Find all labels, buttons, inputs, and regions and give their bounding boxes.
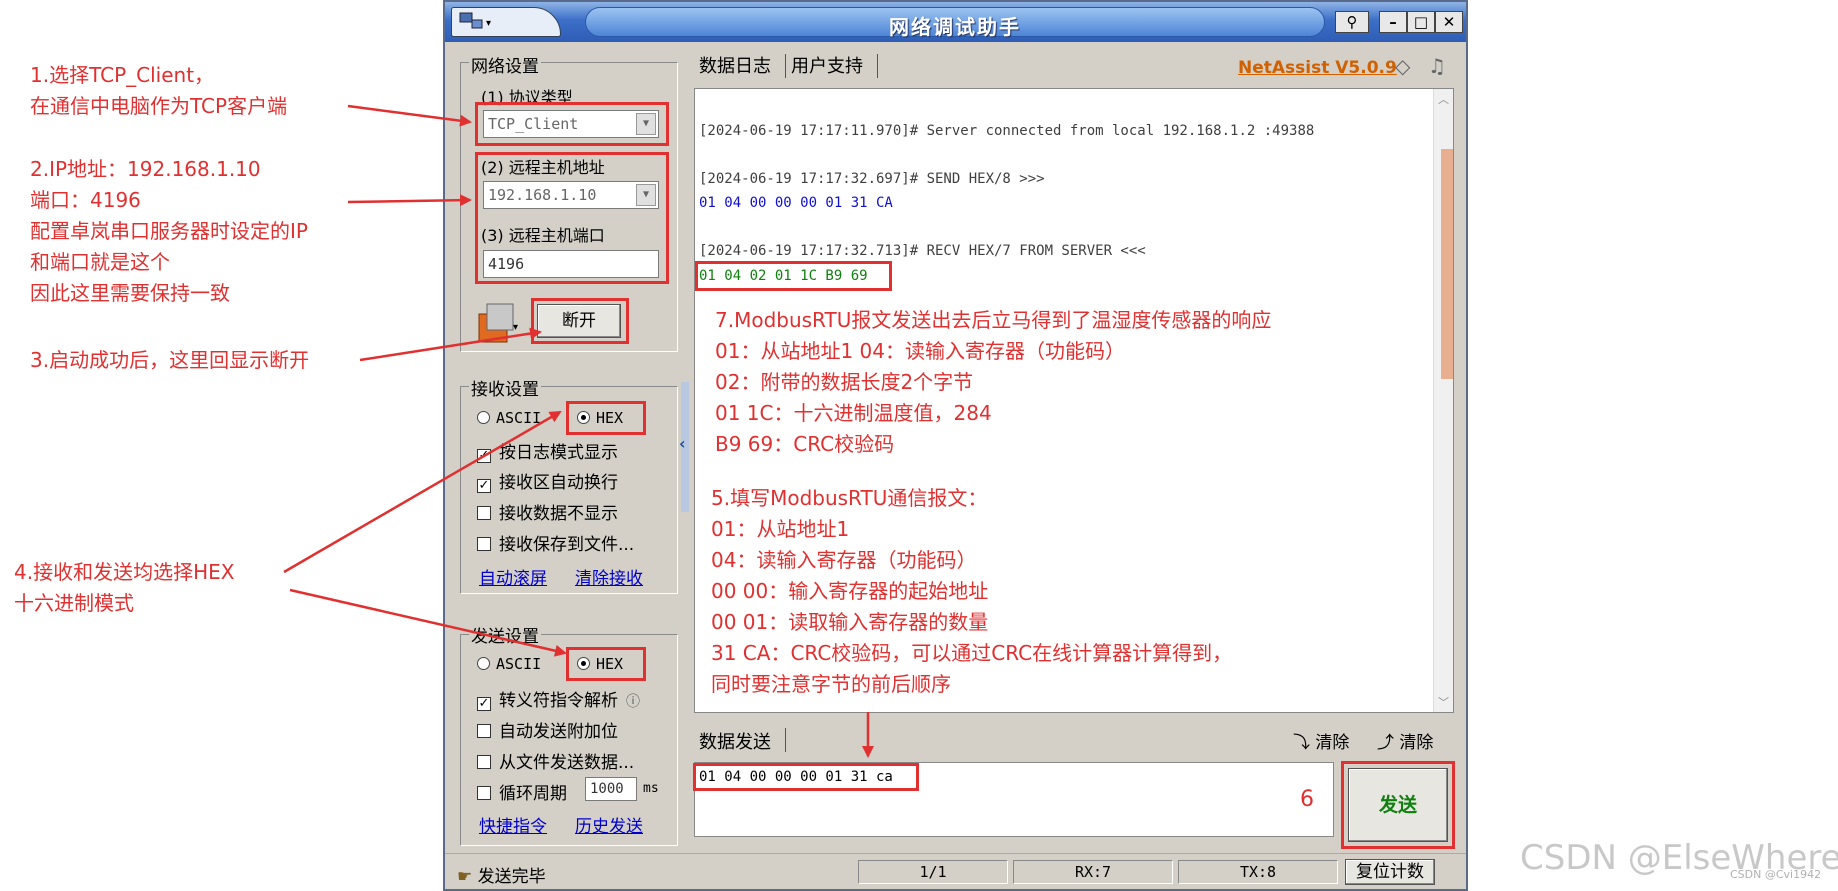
connection-icon: ▾	[478, 303, 518, 343]
clear-up-arrow-icon: ⤴	[1377, 733, 1400, 753]
tx-counter: TX:8	[1178, 860, 1338, 884]
send-hex-highlight	[566, 647, 646, 681]
log-line: 01 04 00 00 00 01 31 CA	[699, 195, 893, 211]
hand-pointer-icon: ☛	[457, 867, 478, 887]
cycle-period-checkbox[interactable]: 循环周期	[477, 779, 567, 804]
log-line: [2024-06-19 17:17:32.713]# RECV HEX/7 FR…	[699, 243, 1146, 259]
close-button[interactable]: ✕	[1435, 11, 1463, 33]
receive-ascii-radio[interactable]: ASCII	[477, 408, 541, 428]
svg-text:▾: ▾	[486, 18, 491, 29]
pin-button[interactable]: ⚲	[1335, 11, 1369, 33]
auto-append-checkbox[interactable]: 自动发送附加位	[477, 717, 618, 742]
clear-receive-button[interactable]: ⤴ 清除	[1377, 728, 1433, 753]
brand-version-link[interactable]: NetAssist V5.0.9	[1238, 58, 1397, 78]
watermark-small: CSDN @Cvi1942	[1730, 868, 1822, 881]
collapse-arrow-icon[interactable]: ‹	[679, 434, 686, 453]
send-ascii-radio[interactable]: ASCII	[477, 654, 541, 674]
app-menu-button[interactable]: ▾	[451, 7, 561, 37]
receive-hex-highlight	[566, 401, 646, 435]
tab-data-log[interactable]: 数据日志	[699, 52, 771, 78]
annotation-step6: 6	[1300, 787, 1314, 812]
protocol-highlight	[475, 102, 669, 146]
network-settings-label: 网络设置	[469, 52, 541, 77]
page-indicator: 1/1	[858, 860, 1008, 884]
status-bar: ☛ 发送完毕 1/1 RX:7 TX:8 复位计数	[445, 853, 1466, 889]
note-step7: 7.ModbusRTU报文发送出去后立马得到了温湿度传感器的响应 01：从站地址…	[715, 308, 1272, 456]
receive-log-area[interactable]: [2024-06-19 17:17:11.970]# Server connec…	[694, 88, 1454, 713]
send-settings-label: 发送设置	[469, 622, 541, 647]
scrollbar-thumb[interactable]	[1441, 149, 1453, 379]
annotation-step2: 2.IP地址：192.168.1.10 端口：4196 配置卓岚串口服务器时设定…	[30, 157, 308, 305]
window-title: 网络调试助手	[889, 15, 1021, 39]
send-from-file-checkbox[interactable]: 从文件发送数据...	[477, 748, 634, 773]
escape-parse-checkbox[interactable]: ✓ 转义符指令解析 ⓘ	[477, 686, 640, 711]
host-port-highlight	[475, 152, 669, 284]
chevron-down-icon[interactable]: ﹀	[1438, 694, 1449, 710]
minimize-button[interactable]: –	[1379, 11, 1407, 33]
quick-command-link[interactable]: 快捷指令	[479, 812, 547, 837]
send-button-highlight	[1341, 761, 1455, 849]
send-input-area[interactable]: 01 04 00 00 00 01 31 ca	[693, 762, 1334, 837]
disconnect-highlight	[531, 298, 629, 344]
clear-arrow-icon: ⤵	[1293, 733, 1316, 753]
bell-icon[interactable]: ♫	[1428, 54, 1446, 78]
diamond-icon[interactable]: ◇	[1395, 54, 1410, 78]
annotation-step3: 3.启动成功后，这里回显示断开	[30, 348, 310, 372]
cycle-period-input[interactable]: 1000	[585, 777, 637, 801]
annotation-step1: 1.选择TCP_Client， 在通信中电脑作为TCP客户端	[30, 63, 288, 118]
send-text-highlight	[693, 763, 919, 791]
log-line: [2024-06-19 17:17:11.970]# Server connec…	[699, 123, 1315, 139]
receive-settings-label: 接收设置	[469, 375, 541, 400]
maximize-button[interactable]: □	[1407, 11, 1435, 33]
title-bar: ▾ 网络调试助手 ⚲ – □ ✕	[445, 2, 1466, 42]
response-highlight	[695, 261, 892, 291]
receive-wrap-checkbox[interactable]: ✓ 接收区自动换行	[477, 468, 618, 493]
reset-count-button[interactable]: 复位计数	[1345, 859, 1435, 885]
tab-data-send: 数据发送	[699, 732, 771, 753]
chevron-up-icon[interactable]: ︿	[1438, 91, 1449, 107]
note-step5: 5.填写ModbusRTU通信报文： 01：从站地址1 04：读输入寄存器（功能…	[711, 486, 1233, 696]
cycle-unit: ms	[643, 781, 659, 796]
status-message: ☛ 发送完毕	[457, 867, 546, 887]
svg-text:▾: ▾	[513, 322, 518, 333]
annotation-step4: 4.接收和发送均选择HEX 十六进制模式	[14, 560, 235, 615]
receive-log-mode-checkbox[interactable]: ✓ 按日志模式显示	[477, 438, 618, 463]
history-send-link[interactable]: 历史发送	[575, 812, 643, 837]
rx-counter: RX:7	[1013, 860, 1173, 884]
clear-send-button[interactable]: ⤵ 清除	[1293, 728, 1349, 753]
netassist-window: ▾ 网络调试助手 ⚲ – □ ✕ 网络设置 (1) 协议类型 TCP_Clien…	[443, 0, 1468, 891]
title-capsule: 网络调试助手	[585, 7, 1325, 39]
receive-hide-checkbox[interactable]: 接收数据不显示	[477, 499, 618, 524]
info-icon[interactable]: ⓘ	[626, 694, 640, 710]
log-line: [2024-06-19 17:17:32.697]# SEND HEX/8 >>…	[699, 171, 1045, 187]
network-icon: ▾	[459, 12, 491, 29]
tab-user-support[interactable]: 用户支持	[791, 52, 863, 78]
clear-receive-link[interactable]: 清除接收	[575, 564, 643, 589]
log-scrollbar[interactable]: ︿ ﹀	[1433, 89, 1453, 712]
auto-scroll-link[interactable]: 自动滚屏	[479, 564, 547, 589]
receive-save-checkbox[interactable]: 接收保存到文件...	[477, 530, 634, 555]
